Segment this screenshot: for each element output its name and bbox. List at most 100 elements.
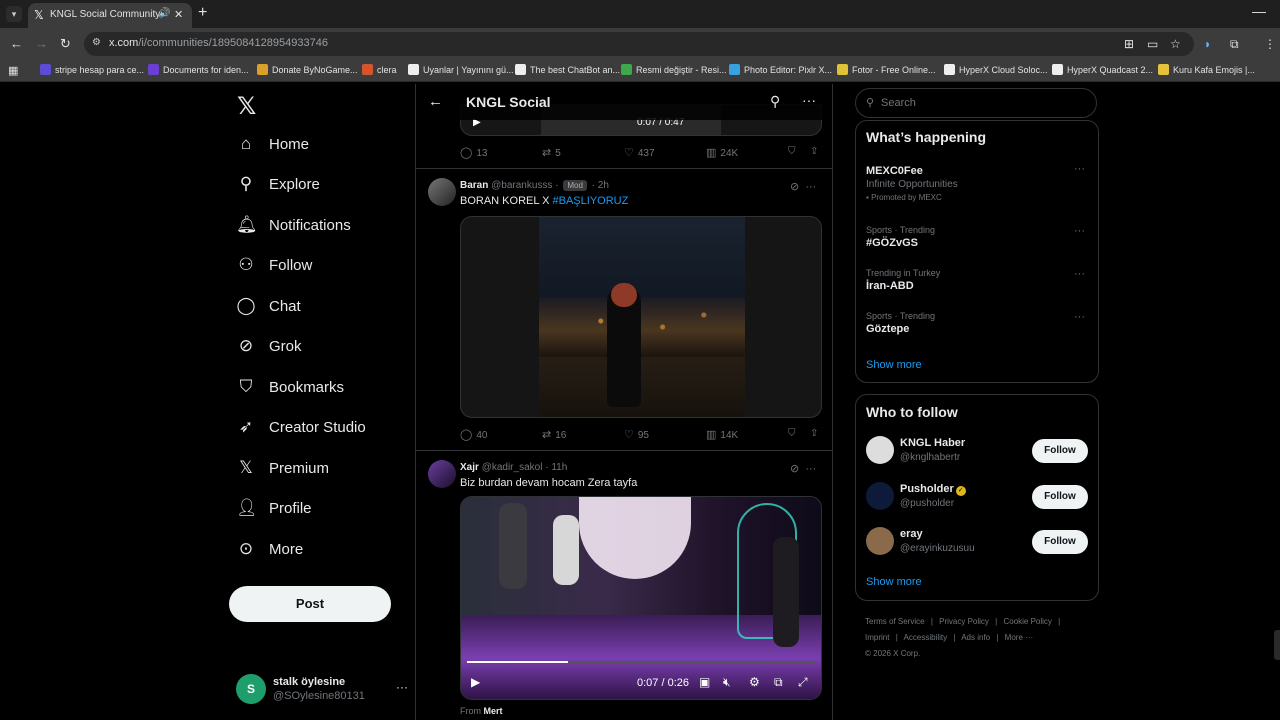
bookmark-item[interactable]: HyperX Quadcast 2...	[1052, 64, 1153, 75]
bookmark-item[interactable]: stripe hesap para ce...	[40, 64, 144, 75]
reply-button[interactable]: ◯ 13	[460, 146, 487, 159]
bookmark-icon[interactable]: ⛉	[788, 146, 796, 157]
views-button[interactable]: ▥ 24K	[706, 146, 738, 159]
reply-button[interactable]: ◯ 40	[460, 428, 487, 441]
like-button[interactable]: ♡ 437	[624, 146, 655, 159]
more-dots-icon[interactable]: ···	[1074, 163, 1085, 175]
follow-button[interactable]: Follow	[1032, 485, 1088, 509]
trend-item[interactable]: MEXC0Fee Infinite Opportunities ▪ Promot…	[866, 163, 1090, 202]
hashtag-link[interactable]: #BAŞLIYORUZ	[553, 195, 629, 207]
bookmark-item[interactable]: Kuru Kafa Emojis |...	[1158, 64, 1255, 75]
author-handle[interactable]: @kadir_sakol	[482, 462, 543, 473]
site-info-icon[interactable]: ⚙	[92, 37, 101, 48]
search-icon[interactable]: ⚲	[770, 93, 780, 110]
footer-link[interactable]: Cookie Policy	[1003, 617, 1051, 626]
author-handle[interactable]: @barankusss	[491, 180, 552, 191]
follow-button[interactable]: Follow	[1032, 439, 1088, 463]
video-player[interactable]: ▶ 0:07 / 0:26 ▣ 🔇︎ ⚙ ⧉ ⤢	[460, 496, 822, 700]
play-icon[interactable]: ▶	[471, 675, 480, 689]
more-dots-icon[interactable]: ···	[805, 181, 816, 193]
browser-tab[interactable]: 𝕏 KNGL Social Community / X 🔊 ✕	[28, 3, 192, 28]
mute-icon[interactable]: 🔇︎	[723, 675, 731, 690]
x-logo-icon[interactable]: 𝕏	[237, 92, 256, 121]
bookmark-item[interactable]: HyperX Cloud Soloc...	[944, 64, 1048, 75]
translate-icon[interactable]: ⊞	[1124, 37, 1134, 51]
more-dots-icon[interactable]: ···	[1074, 225, 1085, 237]
follow-suggestion[interactable]: Pusholder ✓ @pusholder Follow	[866, 482, 1090, 514]
bookmark-item[interactable]: Uyanlar | Yayınını gü...	[408, 64, 514, 75]
more-dots-icon[interactable]: ···	[802, 92, 816, 108]
account-switcher[interactable]: S stalk öylesine @SOylesine80131 ···	[236, 674, 412, 704]
bookmark-item[interactable]: Fotor - Free Online...	[837, 64, 936, 75]
share-icon[interactable]: ⇪	[810, 146, 818, 157]
bookmark-item[interactable]: Resmi değiştir - Resi...	[621, 64, 727, 75]
captions-icon[interactable]: ▣	[699, 675, 710, 689]
more-dots-icon[interactable]: ···	[1074, 268, 1085, 280]
bookmark-favicon-icon	[362, 64, 373, 75]
repost-button[interactable]: ⇄ 16	[542, 428, 566, 441]
more-dots-icon[interactable]: ···	[396, 680, 408, 694]
extension-icon[interactable]: ◗	[1204, 37, 1211, 51]
tweet-time[interactable]: 2h	[598, 180, 609, 191]
back-arrow-icon[interactable]: ←	[428, 93, 443, 110]
show-more-link[interactable]: Show more	[866, 359, 922, 371]
extensions-puzzle-icon[interactable]: ⧉	[1230, 37, 1239, 52]
follow-suggestion[interactable]: eray @erayinkuzusuu Follow	[866, 527, 1090, 559]
footer-link[interactable]: Terms of Service	[865, 617, 925, 626]
bookmark-star-icon[interactable]: ☆	[1170, 37, 1181, 51]
bookmark-item[interactable]: The best ChatBot an...	[515, 64, 620, 75]
cast-icon[interactable]: ▭	[1147, 37, 1158, 51]
audio-playing-icon[interactable]: 🔊	[158, 8, 170, 19]
follow-button[interactable]: Follow	[1032, 530, 1088, 554]
show-more-link[interactable]: Show more	[866, 576, 922, 588]
minimize-window-button[interactable]: —	[1252, 3, 1266, 19]
side-panel-handle[interactable]	[1274, 630, 1280, 660]
follow-suggestion[interactable]: KNGL Haber @knglhabertr Follow	[866, 436, 1090, 468]
bookmark-icon[interactable]: ⛉	[788, 428, 796, 439]
trend-item[interactable]: Trending in Turkey İran-ABD ···	[866, 268, 1090, 292]
nav-label: Profile	[269, 500, 312, 517]
trend-item[interactable]: Sports · Trending Göztepe ···	[866, 311, 1090, 335]
bookmark-item[interactable]: Donate ByNoGame...	[257, 64, 358, 75]
omnibox[interactable]: ⚙ x.com/i/communities/189508412895493374…	[84, 32, 1194, 56]
reload-icon[interactable]: ↻	[60, 36, 71, 52]
tweet-image[interactable]	[460, 216, 822, 418]
footer-link[interactable]: Privacy Policy	[939, 617, 989, 626]
footer-link[interactable]: Accessibility	[904, 633, 948, 642]
url-text[interactable]: x.com/i/communities/1895084128954933746	[109, 37, 328, 49]
more-dots-icon[interactable]: ···	[1074, 311, 1085, 323]
avatar[interactable]	[428, 178, 456, 206]
footer-link[interactable]: Imprint	[865, 633, 889, 642]
trend-item[interactable]: Sports · Trending #GÖZvGS ···	[866, 225, 1090, 249]
share-icon[interactable]: ⇪	[810, 428, 818, 439]
forward-icon[interactable]: →	[35, 36, 48, 51]
post-button[interactable]: Post	[229, 586, 391, 622]
fullscreen-icon[interactable]: ⤢	[798, 675, 808, 690]
settings-gear-icon[interactable]: ⚙	[749, 675, 760, 689]
avatar[interactable]	[428, 460, 456, 488]
footer-link[interactable]: More ···	[1005, 633, 1033, 642]
back-icon[interactable]: ←	[10, 36, 23, 51]
like-button[interactable]: ♡ 95	[624, 428, 649, 441]
source-name[interactable]: Mert	[484, 706, 503, 716]
grok-icon[interactable]: ⊘	[790, 181, 799, 193]
author-name[interactable]: Xajr	[460, 462, 479, 473]
video-progress-bar[interactable]	[467, 661, 815, 663]
repost-button[interactable]: ⇄ 5	[542, 146, 561, 159]
bookmark-item[interactable]: clera	[362, 64, 397, 75]
browser-menu-icon[interactable]: ⋮	[1264, 37, 1276, 51]
more-dots-icon[interactable]: ···	[805, 463, 816, 475]
search-input[interactable]: ⚲ Search	[855, 88, 1097, 118]
picture-in-picture-icon[interactable]: ⧉	[774, 675, 783, 690]
close-tab-icon[interactable]: ✕	[174, 8, 183, 21]
bookmark-item[interactable]: Photo Editor: Pixlr X...	[729, 64, 832, 75]
new-tab-button[interactable]: +	[198, 4, 207, 22]
author-name[interactable]: Baran	[460, 180, 488, 191]
footer-link[interactable]: Ads info	[961, 633, 990, 642]
apps-grid-icon[interactable]: ▦	[8, 64, 18, 77]
grok-icon[interactable]: ⊘	[790, 463, 799, 475]
tweet-time[interactable]: 11h	[551, 462, 567, 473]
bookmark-item[interactable]: Documents for iden...	[148, 64, 249, 75]
tab-search-button[interactable]: ▾	[6, 6, 22, 22]
views-button[interactable]: ▥ 14K	[706, 428, 738, 441]
